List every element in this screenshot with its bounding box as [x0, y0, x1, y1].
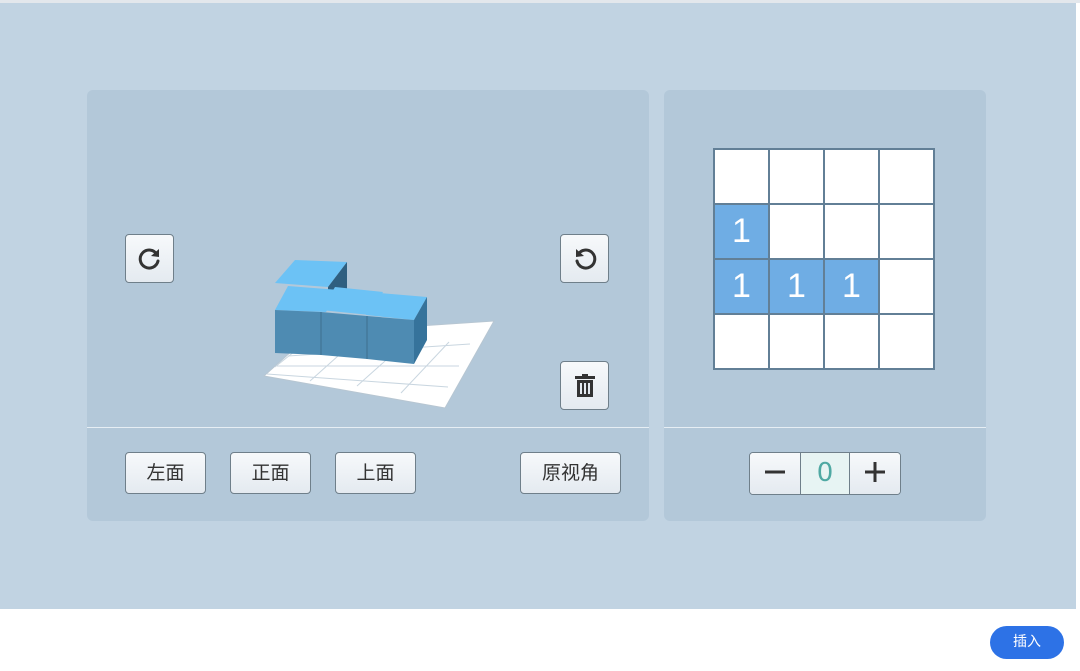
delete-button[interactable]: [560, 361, 609, 410]
grid-panel: 1 1 1 1 0: [664, 90, 986, 521]
rotate-clockwise-button[interactable]: [125, 234, 174, 283]
grid-cell[interactable]: [713, 148, 770, 205]
grid-cell[interactable]: [823, 148, 880, 205]
minus-icon: [764, 461, 786, 487]
reset-view-button[interactable]: 原视角: [520, 452, 621, 494]
rotate-counterclockwise-icon: [572, 246, 598, 272]
right-panel-divider: [664, 427, 986, 428]
rotate-counterclockwise-button[interactable]: [560, 234, 609, 283]
grid-row: 1 1 1: [713, 258, 935, 315]
grid-cell[interactable]: [713, 313, 770, 370]
rotate-clockwise-icon: [137, 246, 163, 272]
increment-button[interactable]: [850, 453, 900, 494]
grid-cell[interactable]: [878, 258, 935, 315]
count-grid: 1 1 1 1: [713, 148, 935, 370]
stepper-value[interactable]: 0: [800, 453, 850, 494]
insert-button[interactable]: 插入: [990, 626, 1064, 659]
plus-icon: [864, 461, 886, 487]
cube-3d-view[interactable]: [237, 260, 497, 410]
stage-area: 左面 正面 上面 原视角 1 1 1 1 0: [0, 3, 1076, 609]
grid-cell[interactable]: [823, 313, 880, 370]
grid-cell[interactable]: [878, 148, 935, 205]
left-panel-divider: [87, 427, 649, 428]
grid-cell[interactable]: [878, 313, 935, 370]
grid-cell[interactable]: [878, 203, 935, 260]
count-stepper: 0: [749, 452, 901, 495]
decrement-button[interactable]: [750, 453, 800, 494]
trash-icon: [574, 373, 596, 398]
grid-row: [713, 313, 935, 370]
grid-row: [713, 148, 935, 205]
grid-cell[interactable]: [768, 313, 825, 370]
grid-cell[interactable]: [768, 148, 825, 205]
grid-cell[interactable]: [823, 203, 880, 260]
grid-cell[interactable]: 1: [713, 203, 770, 260]
grid-cell[interactable]: 1: [713, 258, 770, 315]
cube-stack: [275, 260, 427, 364]
grid-row: 1: [713, 203, 935, 260]
3d-view-panel: 左面 正面 上面 原视角: [87, 90, 649, 521]
left-view-button[interactable]: 左面: [125, 452, 206, 494]
front-view-button[interactable]: 正面: [230, 452, 311, 494]
grid-cell[interactable]: 1: [823, 258, 880, 315]
grid-cell[interactable]: [768, 203, 825, 260]
grid-cell[interactable]: 1: [768, 258, 825, 315]
top-view-button[interactable]: 上面: [335, 452, 416, 494]
